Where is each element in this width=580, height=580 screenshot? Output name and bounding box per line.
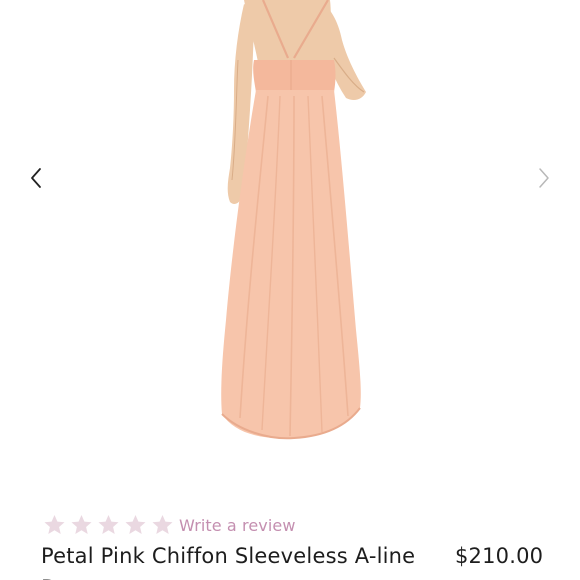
write-review-link[interactable]: Write a review xyxy=(179,516,296,535)
product-price: $210.00 xyxy=(455,544,544,568)
product-info: Petal Pink Chiffon Sleeveless A-line Dre… xyxy=(41,540,561,580)
star-icon[interactable] xyxy=(42,513,67,537)
gallery-prev-button[interactable] xyxy=(22,162,50,194)
star-rating[interactable] xyxy=(42,513,175,537)
chevron-right-icon xyxy=(539,168,549,188)
product-photo[interactable] xyxy=(108,0,478,445)
image-gallery[interactable] xyxy=(0,0,580,470)
dress-illustration xyxy=(221,0,366,440)
star-icon[interactable] xyxy=(96,513,121,537)
gallery-next-button[interactable] xyxy=(530,162,558,194)
star-icon[interactable] xyxy=(69,513,94,537)
product-page: Write a review Petal Pink Chiffon Sleeve… xyxy=(0,0,580,580)
chevron-left-icon xyxy=(31,168,41,188)
star-icon[interactable] xyxy=(123,513,148,537)
star-icon[interactable] xyxy=(150,513,175,537)
product-title: Petal Pink Chiffon Sleeveless A-line Dre… xyxy=(41,544,416,580)
rating-row: Write a review xyxy=(42,512,296,538)
